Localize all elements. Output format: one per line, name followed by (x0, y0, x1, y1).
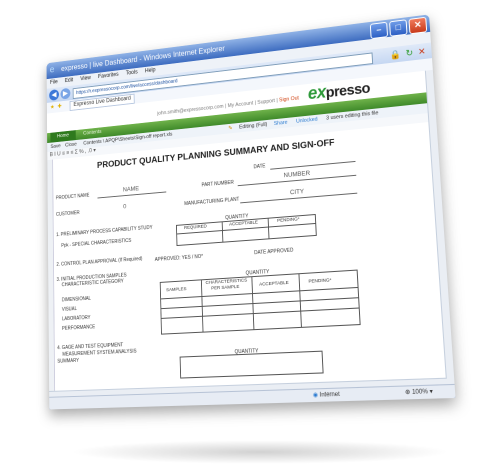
stop-icon[interactable]: ✕ (418, 45, 426, 58)
window-shadow (70, 440, 450, 464)
my-account-link[interactable]: My Account (228, 101, 254, 109)
zoom-level[interactable]: ⊕ 100% ▾ (405, 386, 433, 400)
gage-grid (180, 351, 324, 379)
part-number-label: PART NUMBER (201, 180, 233, 189)
grid-divider (268, 219, 270, 239)
forward-button[interactable]: ▶ (61, 88, 71, 100)
support-link[interactable]: Support (257, 98, 275, 106)
row-visual: VISUAL (62, 306, 77, 313)
row-dimensional: DIMENSIONAL (62, 296, 91, 303)
menu-favorites[interactable]: Favorites (98, 72, 119, 80)
required-header: REQUIRED (184, 224, 207, 231)
pencil-icon: ✎ (228, 124, 232, 134)
grid-divider (161, 297, 358, 309)
globe-icon: ◉ (313, 392, 318, 398)
grid-divider (162, 308, 359, 319)
section1-label: 1. PRELIMINARY PROCESS CAPABILITY STUDY (56, 225, 152, 238)
plant-value[interactable]: CITY (290, 188, 304, 196)
grid-divider (222, 222, 224, 241)
per-sample-header: PER SAMPLE (211, 285, 239, 292)
date-label: DATE (253, 163, 265, 170)
screenshot-scene: e expresso | live Dashboard - Windows In… (0, 0, 482, 471)
product-name-value[interactable]: NAME (123, 185, 139, 193)
refresh-icon[interactable]: ↻ (405, 47, 413, 60)
row-headers (47, 160, 55, 398)
acceptable2-header: ACCEPTABLE (259, 281, 289, 288)
date-line[interactable] (270, 161, 355, 170)
section2-label: 2. CONTROL PLAN APPROVAL (If Required) (56, 256, 142, 268)
favorites-star-icon[interactable]: ★ (50, 105, 54, 111)
plant-label: MANUFACTURING PLANT (184, 197, 239, 207)
menu-view[interactable]: View (80, 75, 91, 82)
section1a-label: Ppk - SPECIAL CHARACTERISTICS (61, 238, 131, 249)
grid-divider (161, 287, 358, 299)
lock-icon[interactable]: 🔒 (390, 48, 402, 61)
samples-header: SAMPLES (166, 287, 186, 293)
sign-out-link[interactable]: Sign Out (279, 96, 299, 104)
security-zone: ◉ Internet (313, 389, 341, 402)
magnifier-icon: ⊕ (405, 390, 411, 397)
product-name-label: PRODUCT NAME (56, 193, 90, 201)
menu-edit[interactable]: Edit (65, 78, 73, 84)
internet-explorer-icon: e (50, 65, 58, 75)
menu-help[interactable]: Help (145, 68, 156, 75)
menu-file[interactable]: File (50, 80, 58, 86)
menu-tools[interactable]: Tools (126, 70, 138, 77)
pending2-header: PENDING* (308, 278, 331, 284)
approved-label: APPROVED: YES / NO* (155, 254, 203, 263)
row-laboratory: LABORATORY (62, 315, 91, 322)
samples-grid: SAMPLES CHARACTERISTICS PER SAMPLE ACCEP… (160, 270, 361, 335)
customer-label: CUSTOMER (56, 210, 80, 218)
quantity-grid: REQUIRED ACCEPTABLE PENDING* (176, 214, 317, 246)
pending-header: PENDING* (277, 217, 300, 224)
web-page: john.smith@expressocorp.com | My Account… (47, 70, 455, 398)
part-number-value[interactable]: NUMBER (283, 170, 310, 179)
section4-sub2-label: SUMMARY (57, 358, 79, 365)
date-approved-label: DATE APPROVED (254, 248, 294, 257)
browser-window: e expresso | live Dashboard - Windows In… (47, 14, 456, 409)
add-favorite-icon[interactable]: ✚ (57, 104, 61, 110)
customer-value[interactable]: 0 (123, 203, 126, 210)
acceptable-header: ACCEPTABLE (229, 220, 258, 227)
row-performance: PERFORMANCE (62, 324, 95, 331)
spreadsheet: PRODUCT QUALITY PLANNING SUMMARY AND SIG… (47, 121, 454, 398)
back-button[interactable]: ◀ (49, 89, 59, 101)
